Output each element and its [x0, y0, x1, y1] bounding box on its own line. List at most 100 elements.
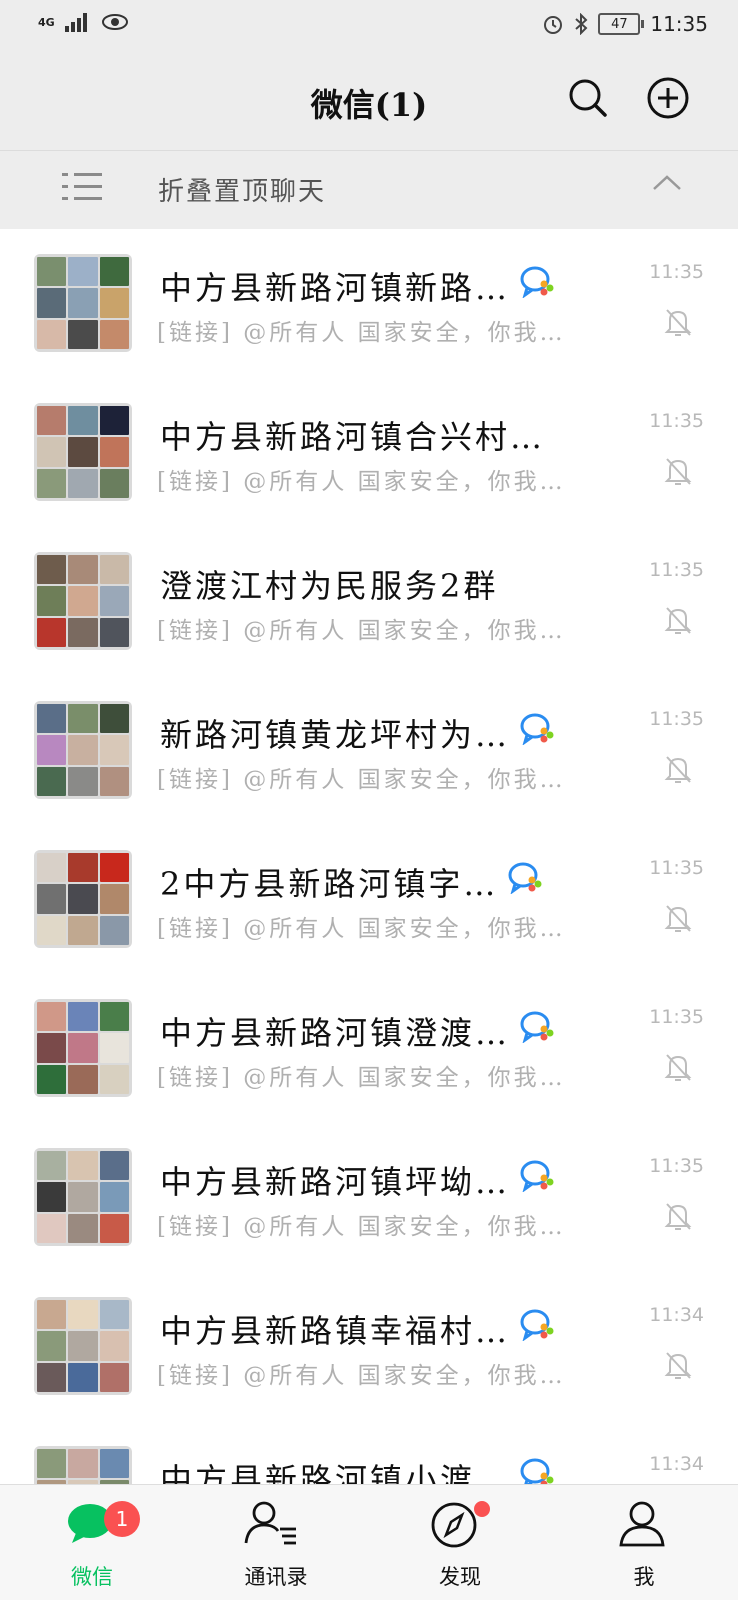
chat-last-message: [链接] @所有人 国家安全，你我… [157, 767, 566, 793]
group-avatar [34, 850, 132, 948]
chat-row[interactable]: 2中方县新路河镇字… [链接] @所有人 国家安全，你我… 11:35 [0, 825, 738, 974]
chat-row[interactable]: 中方县新路河镇小渡…[链接] @所有人 国家安全，你我…11:34 [0, 1421, 738, 1484]
add-button[interactable] [646, 76, 690, 120]
chat-time: 11:35 [649, 410, 704, 432]
tab-chats[interactable]: 1 微信 [0, 1485, 184, 1600]
tab-me[interactable]: 我 [552, 1485, 736, 1600]
mute-bell-icon [664, 605, 692, 639]
chat-name-text: 中方县新路河镇澄渡… [160, 1014, 511, 1052]
person-icon [619, 1501, 665, 1547]
chat-last-message: [链接] @所有人 国家安全，你我… [157, 1065, 566, 1091]
wechat-work-icon [520, 266, 556, 306]
wechat-work-icon [508, 862, 544, 902]
network-type: 4G [38, 15, 55, 29]
chat-name-text: 中方县新路河镇坪坳… [160, 1163, 511, 1201]
chat-last-message: [链接] @所有人 国家安全，你我… [157, 320, 566, 346]
chat-row[interactable]: 澄渡江村为民服务2群 [链接] @所有人 国家安全，你我… 11:35 [0, 527, 738, 676]
chat-name: 2中方县新路河镇字… [160, 859, 544, 905]
chat-name: 澄渡江村为民服务2群 [160, 561, 498, 607]
app-header: 微信(1) [0, 50, 738, 150]
tab-discover[interactable]: 发现 [368, 1485, 552, 1600]
group-avatar [34, 254, 132, 352]
search-icon [569, 79, 607, 117]
chat-name-text: 中方县新路河镇合兴村… [160, 418, 546, 456]
chevron-up-icon[interactable] [652, 173, 682, 193]
chat-row[interactable]: 新路河镇黄龙坪村为… [链接] @所有人 国家安全，你我… 11:35 [0, 676, 738, 825]
tab-contacts[interactable]: 通讯录 [184, 1485, 368, 1600]
group-avatar [34, 403, 132, 501]
status-bar: 4G 47 11:35 [0, 0, 738, 50]
wechat-work-icon [520, 1309, 556, 1349]
chat-list: 中方县新路河镇新路… [链接] @所有人 国家安全，你我… 11:35 中方县新路河镇… [0, 229, 738, 1484]
group-avatar [34, 1297, 132, 1395]
chat-name-text: 中方县新路河镇新路… [160, 269, 511, 307]
wechat-work-icon [520, 713, 556, 753]
chat-row[interactable]: 中方县新路河镇澄渡… [链接] @所有人 国家安全，你我… 11:35 [0, 974, 738, 1123]
unread-badge: 1 [104, 1501, 140, 1537]
group-avatar [34, 552, 132, 650]
wechat-work-icon [520, 1011, 556, 1051]
contacts-icon [244, 1501, 296, 1545]
chat-time: 11:35 [649, 1006, 704, 1028]
search-button[interactable] [566, 76, 610, 120]
chat-time: 11:35 [649, 708, 704, 730]
chat-row[interactable]: 中方县新路河镇坪坳… [链接] @所有人 国家安全，你我… 11:35 [0, 1123, 738, 1272]
tab-bar: 1 微信 通讯录 发现 我 [0, 1484, 738, 1600]
chat-time: 11:35 [649, 1155, 704, 1177]
mute-bell-icon [664, 307, 692, 341]
group-avatar [34, 999, 132, 1097]
mute-bell-icon [664, 1052, 692, 1086]
discover-red-dot [474, 1501, 490, 1517]
chat-last-message: [链接] @所有人 国家安全，你我… [157, 469, 566, 495]
chat-time: 11:35 [649, 559, 704, 581]
signal-icon [64, 13, 87, 32]
fold-label: 折叠置顶聊天 [158, 177, 327, 207]
mute-bell-icon [664, 456, 692, 490]
compass-icon [431, 1502, 477, 1548]
tab-label: 发现 [439, 1565, 481, 1589]
chat-name-text: 中方县新路河镇小渡… [160, 1461, 511, 1484]
chat-name: 中方县新路河镇澄渡… [160, 1008, 556, 1054]
chat-last-message: [链接] @所有人 国家安全，你我… [157, 618, 566, 644]
bluetooth-icon [575, 13, 588, 35]
mute-bell-icon [664, 1201, 692, 1235]
chat-row[interactable]: 中方县新路河镇合兴村… [链接] @所有人 国家安全，你我… 11:35 [0, 378, 738, 527]
group-avatar [34, 1446, 132, 1484]
list-icon [62, 173, 102, 200]
alarm-icon [544, 16, 563, 34]
chat-name: 中方县新路河镇合兴村… [160, 412, 545, 458]
battery-indicator: 47 [598, 13, 645, 35]
chat-name-text: 2中方县新路河镇字… [160, 865, 499, 903]
chat-name: 中方县新路河镇坪坳… [160, 1157, 556, 1203]
group-avatar [34, 1148, 132, 1246]
status-time: 11:35 [650, 12, 708, 36]
eye-icon [101, 14, 128, 30]
chat-name-text: 新路河镇黄龙坪村为… [160, 716, 511, 754]
chat-name-text: 中方县新路镇幸福村… [160, 1312, 511, 1350]
chat-row[interactable]: 中方县新路镇幸福村… [链接] @所有人 国家安全，你我… 11:34 [0, 1272, 738, 1421]
tab-label: 我 [633, 1565, 655, 1589]
chat-time: 11:34 [649, 1453, 704, 1475]
chat-name-text: 澄渡江村为民服务2群 [160, 567, 499, 605]
chat-last-message: [链接] @所有人 国家安全，你我… [157, 1363, 566, 1389]
chat-name: 新路河镇黄龙坪村为… [160, 710, 556, 756]
page-title: 微信(1) [310, 86, 428, 124]
chat-name: 中方县新路镇幸福村… [160, 1306, 556, 1352]
chat-time: 11:34 [649, 1304, 704, 1326]
wechat-work-icon [520, 1458, 556, 1484]
tab-label: 微信 [71, 1565, 113, 1589]
mute-bell-icon [664, 903, 692, 937]
tab-label: 通讯录 [244, 1565, 308, 1589]
folded-pinned-chats[interactable]: 折叠置顶聊天 [0, 150, 738, 230]
chat-last-message: [链接] @所有人 国家安全，你我… [157, 1214, 566, 1240]
chat-last-message: [链接] @所有人 国家安全，你我… [157, 916, 566, 942]
group-avatar [34, 701, 132, 799]
chat-name: 中方县新路河镇小渡… [160, 1455, 556, 1484]
wechat-work-icon [520, 1160, 556, 1200]
chat-time: 11:35 [649, 857, 704, 879]
battery-level: 47 [611, 16, 628, 32]
plus-circle-icon [647, 77, 689, 119]
chat-row[interactable]: 中方县新路河镇新路… [链接] @所有人 国家安全，你我… 11:35 [0, 229, 738, 378]
mute-bell-icon [664, 1350, 692, 1384]
chat-time: 11:35 [649, 261, 704, 283]
